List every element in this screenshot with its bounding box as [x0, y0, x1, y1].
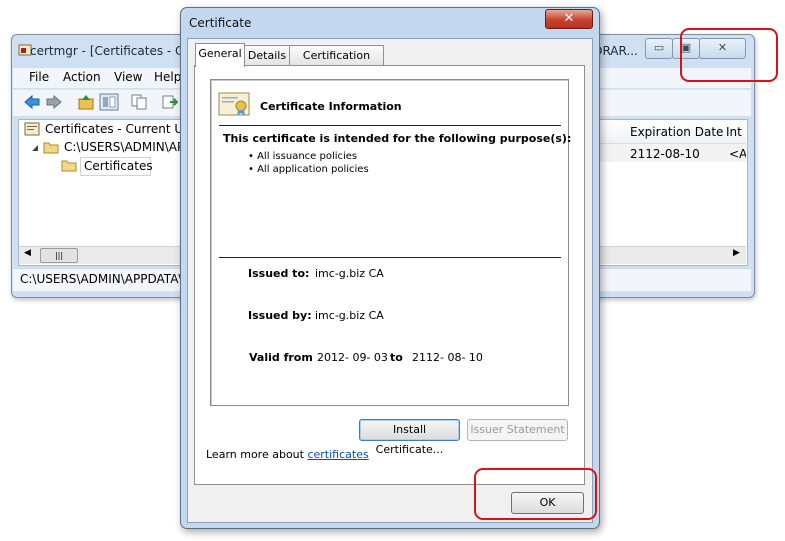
- purpose-item-2: • All application policies: [248, 164, 369, 175]
- purpose-text-2: All application policies: [257, 164, 369, 175]
- column-expiration-date[interactable]: Expiration Date: [630, 125, 723, 139]
- annotation-ok-highlight: [474, 468, 597, 520]
- scroll-thumb[interactable]: |||: [40, 248, 78, 263]
- menu-help[interactable]: Help: [154, 70, 181, 84]
- issued-to-label: Issued to:: [248, 267, 310, 280]
- back-arrow-icon[interactable]: [23, 94, 41, 110]
- menu-view[interactable]: View: [114, 70, 142, 84]
- divider-bottom: [219, 257, 561, 258]
- menu-action[interactable]: Action: [63, 70, 101, 84]
- row-expiration-value: 2112-08-10: [630, 147, 700, 161]
- status-text: C:\USERS\ADMIN\APPDATA\L: [20, 272, 180, 286]
- valid-from-label: Valid from: [249, 351, 313, 364]
- tab-certification-path[interactable]: Certification Path: [289, 45, 384, 82]
- divider-top: [219, 125, 561, 126]
- valid-to-value: 2112- 08- 10: [412, 351, 483, 364]
- tree-folder-item[interactable]: C:\USERS\ADMIN\APPDATA: [64, 140, 180, 154]
- tree-root-item[interactable]: Certificates - Current User: [45, 122, 180, 136]
- valid-to-label: to: [390, 351, 403, 364]
- dialog-title: Certificate: [189, 16, 252, 30]
- up-folder-icon[interactable]: [78, 94, 94, 110]
- tab-details[interactable]: Details: [244, 45, 290, 66]
- scroll-right-icon[interactable]: ▶: [733, 248, 740, 258]
- issued-by-value: imc-g.biz CA: [315, 309, 384, 322]
- forward-arrow-icon[interactable]: [45, 94, 63, 110]
- learn-more-prefix: Learn more about: [206, 448, 304, 461]
- folder-icon: [61, 160, 77, 172]
- show-tree-icon[interactable]: [99, 93, 119, 111]
- issued-to-value: imc-g.biz CA: [315, 267, 384, 280]
- scroll-left-icon[interactable]: ◀: [24, 248, 31, 258]
- row-intended-value: <A: [729, 147, 746, 161]
- expand-triangle-icon[interactable]: [31, 144, 39, 152]
- folder-icon: [43, 142, 59, 154]
- valid-from-value: 2012- 09- 03: [317, 351, 388, 364]
- minimize-button[interactable]: ▭: [645, 38, 673, 59]
- install-certificate-button[interactable]: Install Certificate...: [359, 419, 460, 456]
- learn-more-text: Learn more about certificates: [206, 448, 369, 461]
- copy-icon[interactable]: [131, 94, 147, 110]
- column-intended[interactable]: Int: [726, 125, 746, 139]
- tree-certificates-item[interactable]: Certificates: [80, 157, 153, 176]
- tab-general[interactable]: General: [195, 43, 245, 67]
- annotation-close-highlight: [680, 28, 778, 82]
- certmgr-title: certmgr - [Certificates - Cu: [30, 44, 192, 58]
- certificates-link[interactable]: certificates: [307, 448, 368, 461]
- minimize-icon: ▭: [653, 41, 665, 54]
- dialog-close-button[interactable]: ✕: [545, 9, 593, 29]
- purpose-text-1: All issuance policies: [257, 151, 358, 162]
- close-icon: ✕: [563, 11, 575, 26]
- issuer-statement-button[interactable]: Issuer Statement: [467, 419, 568, 441]
- certificate-icon: [218, 92, 250, 116]
- export-icon[interactable]: [162, 94, 178, 110]
- purpose-item-1: • All issuance policies: [248, 151, 358, 162]
- issued-by-label: Issued by:: [248, 309, 312, 322]
- purpose-heading: This certificate is intended for the fol…: [223, 132, 572, 145]
- certificates-icon: [24, 122, 40, 136]
- menu-file[interactable]: File: [29, 70, 49, 84]
- info-heading: Certificate Information: [260, 100, 402, 113]
